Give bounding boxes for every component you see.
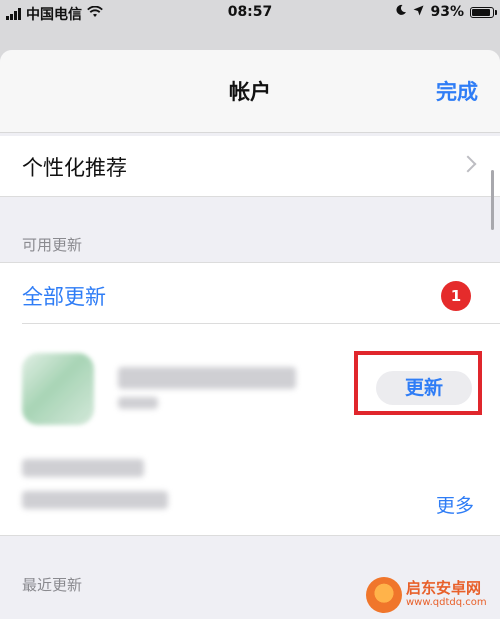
done-button[interactable]: 完成 [436,76,478,106]
account-sheet: 帐户 完成 个性化推荐 可用更新 全部更新 1 更新 更多 最近更新 [0,50,500,619]
updates-card: 全部更新 1 更新 更多 [0,262,500,536]
watermark-title: 启东安卓网 [406,579,482,597]
location-icon [413,4,424,20]
release-notes-blurred-line-1 [22,459,144,477]
watermark-url: www.qdtdq.com [406,597,487,608]
more-link[interactable]: 更多 [436,491,474,518]
nav-bar: 帐户 完成 [0,50,500,133]
release-notes-blurred-line-2 [22,491,168,509]
watermark-logo-icon [366,577,402,613]
app-icon[interactable] [22,353,94,425]
update-all-button[interactable]: 全部更新 [22,281,106,311]
moon-icon [395,4,407,20]
highlight-annotation [354,351,482,415]
app-subtitle-blurred [118,397,158,409]
status-right: 93% [395,4,497,20]
app-name-blurred [118,367,296,389]
recent-updates-header: 最近更新 [22,576,83,594]
divider [22,323,500,324]
chevron-right-icon [459,155,477,173]
status-bar: 中国电信 08:57 93% [0,0,500,28]
battery-icon [470,6,497,18]
battery-percent: 93% [430,4,464,20]
available-updates-header: 可用更新 [22,236,83,254]
personalization-row[interactable]: 个性化推荐 [0,136,500,197]
watermark: 启东安卓网 www.qdtdq.com [366,575,496,615]
personalization-label: 个性化推荐 [22,156,127,180]
update-count-badge: 1 [441,281,471,311]
battery-fill [472,8,490,16]
nav-title: 帐户 [229,80,271,104]
scroll-indicator[interactable] [491,170,494,230]
